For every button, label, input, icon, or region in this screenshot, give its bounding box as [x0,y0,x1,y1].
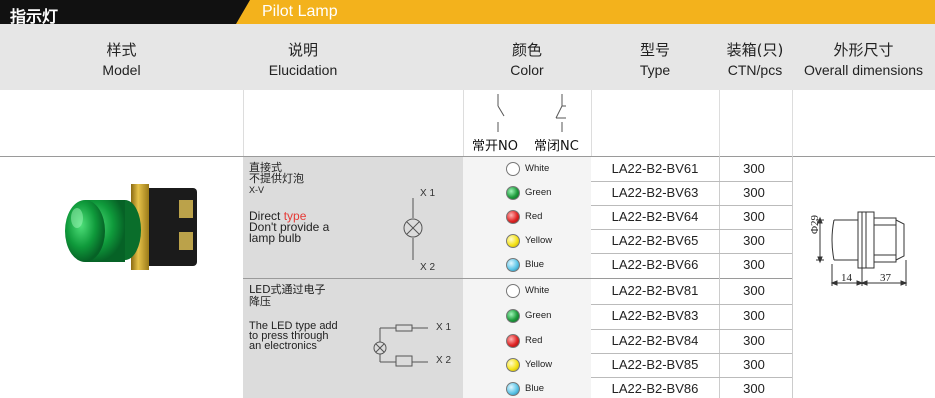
color-label: Blue [525,383,545,394]
color-row: White [463,157,591,181]
qty-cell: 300 [743,233,765,248]
header-ctn-en: CTN/pcs [727,62,783,78]
header-dimensions-cn: 外形尺寸 [833,41,894,59]
color-row: Green [463,181,591,205]
qty-cell: 300 [743,257,765,272]
group1-en-line3: lamp bulb [249,231,302,245]
color-row: Green [463,304,591,328]
type-cell: LA22-B2-BV61 [611,161,699,176]
group2-x2-label: X 2 [436,355,452,366]
color-row: Blue [463,377,591,398]
group2-cn-line1: LED式通过电子 [249,283,326,296]
dim-b: 37 [880,272,891,284]
qty-cell: 300 [743,161,765,176]
contact-nc-label: 常闭NC [534,139,579,154]
header-elucidation-cn: 说明 [287,41,318,59]
color-dot-icon [506,258,520,272]
contact-subheader: 常开NO 常闭NC [0,90,935,156]
lamp-symbol-icon [403,198,423,260]
type-cell: LA22-B2-BV66 [611,257,699,272]
contact-symbols-icon [497,94,566,132]
color-dot-icon [506,210,520,224]
color-dot-icon [506,309,520,323]
color-label: Green [525,310,552,321]
dimension-drawing [816,211,908,286]
header-elucidation: 说明 Elucidation [243,24,363,90]
type-cell: LA22-B2-BV65 [611,233,699,248]
header-type-en: Type [639,62,671,78]
color-label: Green [525,187,552,198]
group1-cn-line2: 不提供灯泡 [249,172,304,185]
color-label: Red [525,211,543,222]
pilot-lamp-product-image [65,184,197,270]
color-dot-icon [506,234,520,248]
color-row: Yellow [463,229,591,253]
color-label: Yellow [525,235,553,246]
header-type: 型号 Type [591,24,719,90]
group1-x1-label: X 1 [420,188,436,199]
qty-cell: 300 [743,333,765,348]
color-dot-icon [506,358,520,372]
header-color-en: Color [510,62,544,78]
color-row: Red [463,205,591,229]
header-elucidation-en: Elucidation [268,62,338,78]
group2-cn-line2: 降压 [249,295,271,308]
table-header: 样式 Model 说明 Elucidation 颜色 Color 型号 Type… [0,24,935,90]
type-cell: LA22-B2-BV64 [611,209,699,224]
color-dot-icon [506,334,520,348]
color-dot-icon [506,284,520,298]
qty-cell: 300 [743,308,765,323]
group2-x1-label: X 1 [436,322,452,333]
type-cell: LA22-B2-BV81 [611,283,699,298]
dim-diameter: Φ29 [809,214,821,234]
header-ctn-cn: 装箱(只) [726,41,784,59]
color-row: Blue [463,253,591,277]
title-en: Pilot Lamp [262,3,338,20]
qty-cell: 300 [743,209,765,224]
header-dimensions-en: Overall dimensions [803,62,924,78]
header-color-cn: 颜色 [511,41,542,59]
header-model-cn: 样式 [106,41,137,59]
qty-cell: 300 [743,185,765,200]
type-cell: LA22-B2-BV86 [611,381,699,396]
color-row: White [463,279,591,303]
color-label: White [525,163,550,174]
color-dot-icon [506,162,520,176]
group1-x2-label: X 2 [420,262,436,273]
header-color: 颜色 Color [463,24,591,90]
group1-code: X-V [249,185,265,195]
type-cell: LA22-B2-BV83 [611,308,699,323]
type-cell: LA22-B2-BV85 [611,357,699,372]
contact-no-label: 常开NO [472,139,518,154]
qty-cell: 300 [743,357,765,372]
led-circuit-icon [373,324,428,367]
color-row: Yellow [463,353,591,377]
color-dot-icon [506,186,520,200]
header-model: 样式 Model [0,24,243,90]
header-ctn: 装箱(只) CTN/pcs [719,24,791,90]
color-row: Red [463,329,591,353]
group2-en-line3: an electronics [249,340,317,352]
type-cell: LA22-B2-BV63 [611,185,699,200]
type-cell: LA22-B2-BV84 [611,333,699,348]
color-label: Blue [525,259,545,270]
header-model-en: Model [102,62,141,78]
color-label: Yellow [525,359,553,370]
title-bar: 指示灯 Pilot Lamp [0,0,935,26]
color-dot-icon [506,382,520,396]
color-label: White [525,285,550,296]
qty-cell: 300 [743,283,765,298]
color-label: Red [525,335,543,346]
header-type-cn: 型号 [639,41,670,59]
dim-a: 14 [841,272,852,284]
qty-cell: 300 [743,381,765,396]
header-dimensions: 外形尺寸 Overall dimensions [792,24,935,90]
